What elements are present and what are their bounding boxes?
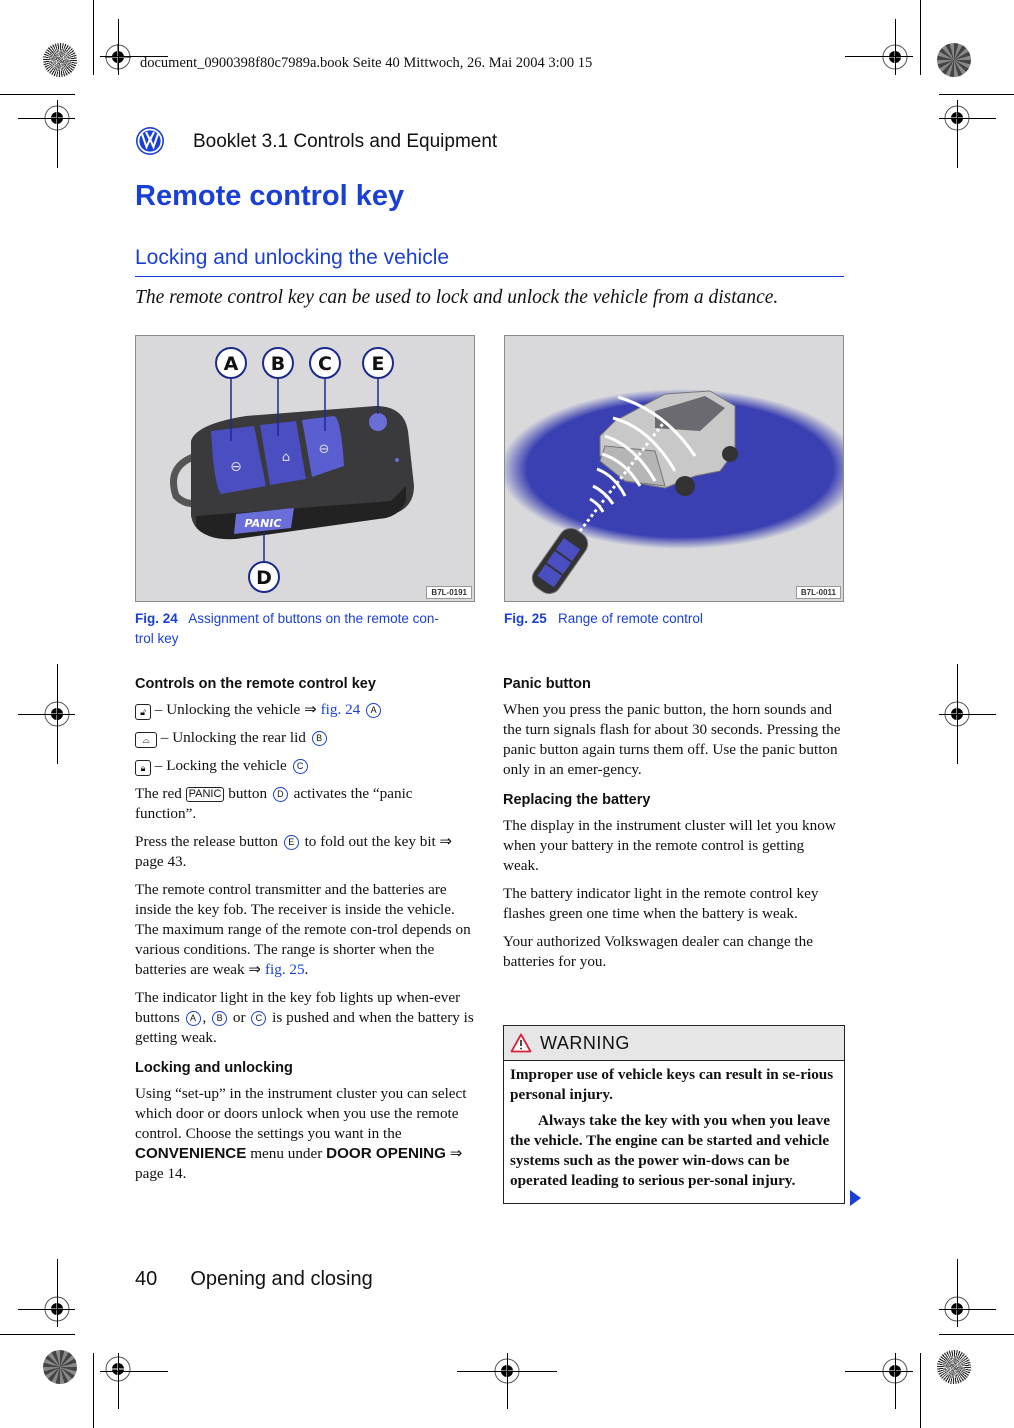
figure-label: Fig. 25 xyxy=(504,611,547,626)
callout-a-icon: A xyxy=(185,1011,201,1026)
locking-paragraph: Using “set-up” in the instrument cluster… xyxy=(135,1085,467,1182)
color-rosette-icon xyxy=(937,1350,971,1384)
chapter-title: Opening and closing xyxy=(190,1268,373,1290)
figure-25-caption: Fig. 25 Range of remote control xyxy=(504,609,844,629)
warning-header: WARNING xyxy=(504,1026,844,1061)
warning-body: Improper use of vehicle keys can result … xyxy=(504,1061,844,1203)
control-item: ⌓ – Unlocking the rear lid B xyxy=(135,728,475,748)
callout-e: E xyxy=(362,347,394,379)
page-number: 40 xyxy=(135,1268,158,1290)
warning-triangle-icon xyxy=(510,1033,532,1053)
callout-c: C xyxy=(309,347,341,379)
color-rosette-icon xyxy=(937,43,971,77)
callout-b: B xyxy=(262,347,294,379)
battery-paragraph: The battery indicator light in the remot… xyxy=(503,885,819,922)
battery-heading: Replacing the battery xyxy=(503,792,651,808)
lock-icon: 🔒︎ xyxy=(135,760,151,776)
warning-lead: Improper use of vehicle keys can result … xyxy=(510,1066,834,1103)
controls-heading: Controls on the remote control key xyxy=(135,676,376,692)
svg-text:⊖: ⊖ xyxy=(319,442,330,457)
indicator-paragraph: The indicator light in the key fob light… xyxy=(135,989,474,1046)
figure-24-caption: Fig. 24 Assignment of buttons on the rem… xyxy=(135,609,475,649)
callout-d-icon: D xyxy=(272,787,288,802)
unlock-icon: 🔓︎ xyxy=(135,704,151,720)
button-e-release xyxy=(369,413,387,431)
panic-paragraph: The red PANIC button D activates the “pa… xyxy=(135,785,413,822)
menu-item-name: DOOR OPENING xyxy=(326,1145,446,1162)
callout-b-icon: B xyxy=(311,731,327,746)
caption-text: trol key xyxy=(135,631,179,646)
section-divider xyxy=(135,276,844,277)
color-rosette-icon xyxy=(43,43,77,77)
transmitter-paragraph: The remote control transmitter and the b… xyxy=(135,881,471,978)
release-paragraph: Press the release button E to fold out t… xyxy=(135,833,453,870)
rear-lid-icon: ⌓ xyxy=(135,732,157,748)
caption-text: Range of remote control xyxy=(558,611,703,626)
booklet-title: Booklet 3.1 Controls and Equipment xyxy=(193,131,498,152)
figure-code: B7L-0011 xyxy=(795,586,841,599)
menu-name: CONVENIENCE xyxy=(135,1145,247,1162)
panic-heading: Panic button xyxy=(503,676,591,692)
section-intro: The remote control key can be used to lo… xyxy=(135,287,779,308)
warning-title: WARNING xyxy=(540,1032,630,1053)
color-rosette-icon xyxy=(43,1350,77,1384)
right-column: Panic button When you press the panic bu… xyxy=(503,674,843,980)
callout-a: A xyxy=(215,347,247,379)
callout-e-icon: E xyxy=(283,835,299,850)
print-header: document_0900398f80c7989a.book Seite 40 … xyxy=(140,55,593,71)
svg-text:⊖: ⊖ xyxy=(230,459,242,475)
remote-key-illustration: ⊖ ⌂ ⊖ PANIC A B C E D xyxy=(170,347,414,593)
panic-key-icon: PANIC xyxy=(185,787,225,802)
warning-box: WARNING Improper use of vehicle keys can… xyxy=(503,1025,845,1204)
battery-paragraph: Your authorized Volkswagen dealer can ch… xyxy=(503,933,813,970)
warning-text: Always take the key with you when you le… xyxy=(510,1112,830,1189)
section-title: Locking and unlocking the vehicle xyxy=(135,246,450,269)
locking-heading: Locking and unlocking xyxy=(135,1060,293,1076)
fig-25-link[interactable]: fig. 25 xyxy=(265,961,305,978)
page-title: Remote control key xyxy=(135,180,405,212)
svg-text:PANIC: PANIC xyxy=(245,517,282,530)
caption-text: Assignment of buttons on the remote con- xyxy=(188,611,439,626)
svg-text:B: B xyxy=(271,353,285,375)
battery-paragraph: The display in the instrument cluster wi… xyxy=(503,817,836,874)
panic-paragraph: When you press the panic button, the hor… xyxy=(503,701,841,778)
callout-d: D xyxy=(248,561,280,593)
svg-text:A: A xyxy=(224,353,239,375)
figure-25-range: B7L-0011 xyxy=(504,335,844,602)
control-item: 🔓︎ – Unlocking the vehicle ⇒ fig. 24 A xyxy=(135,700,475,720)
vw-logo-icon xyxy=(136,127,164,155)
svg-text:C: C xyxy=(318,353,332,375)
figure-24-key-buttons: ⊖ ⌂ ⊖ PANIC A B C E D B7L-0191 xyxy=(135,335,475,602)
callout-b-icon: B xyxy=(212,1011,228,1026)
left-column: Controls on the remote control key 🔓︎ – … xyxy=(135,674,475,1192)
callout-c-icon: C xyxy=(292,759,308,774)
svg-text:D: D xyxy=(256,567,272,589)
callout-a-icon: A xyxy=(366,703,382,718)
page-footer: 40 Opening and closing xyxy=(135,1268,373,1291)
svg-text:⌂: ⌂ xyxy=(282,450,290,465)
figure-code: B7L-0191 xyxy=(426,586,472,599)
svg-text:E: E xyxy=(372,353,385,375)
fig-24-link[interactable]: fig. 24 xyxy=(321,701,361,718)
control-item: 🔒︎ – Locking the vehicle C xyxy=(135,756,475,776)
key-fob-small xyxy=(531,527,589,595)
callout-c-icon: C xyxy=(251,1011,267,1026)
continue-arrow-icon xyxy=(850,1190,861,1206)
range-illustration xyxy=(505,389,843,595)
figure-label: Fig. 24 xyxy=(135,611,178,626)
